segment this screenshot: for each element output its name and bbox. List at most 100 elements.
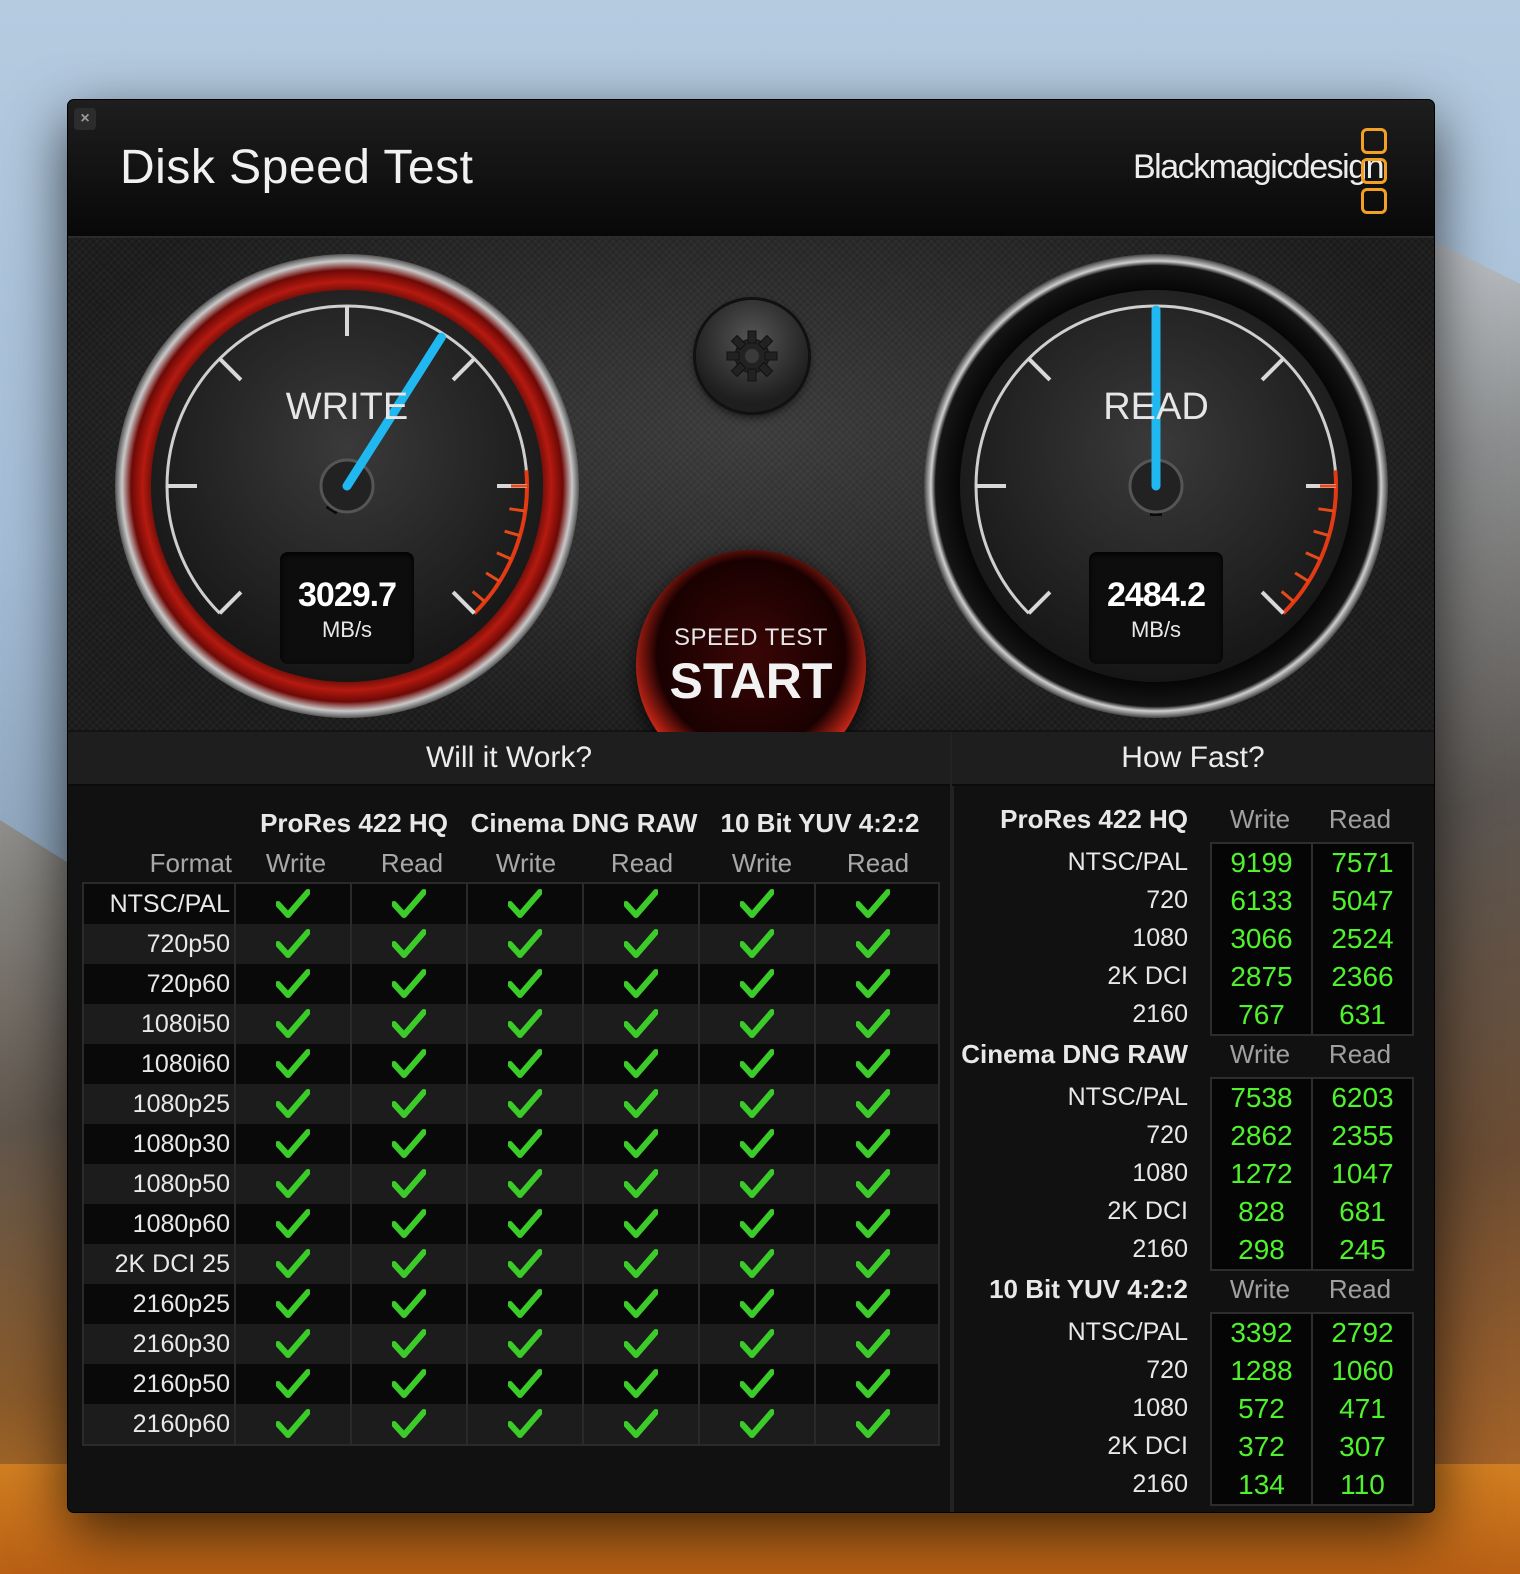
ww-codec-yuv: 10 Bit YUV 4:2:2 bbox=[720, 808, 920, 838]
hf-col-header: Read bbox=[1328, 1039, 1392, 1069]
will-it-work-header: Will it Work? bbox=[68, 732, 950, 786]
hf-write-value: 372 bbox=[1238, 1431, 1285, 1462]
checkmark-icon bbox=[507, 929, 543, 958]
ww-check-cell bbox=[466, 1204, 582, 1244]
hf-read-value: 7571 bbox=[1311, 844, 1412, 882]
ww-subcol-write: Write bbox=[495, 848, 557, 878]
ww-check-cell bbox=[582, 1284, 698, 1324]
ww-check-cell bbox=[582, 884, 698, 924]
ww-check-cell bbox=[234, 924, 350, 964]
ww-check-cell bbox=[698, 924, 814, 964]
hf-row: 9199 7571 bbox=[1212, 844, 1412, 882]
ww-format-cell: 1080p50 bbox=[132, 1170, 230, 1198]
checkmark-icon bbox=[739, 1009, 775, 1038]
ww-row: 720p60 bbox=[84, 964, 938, 1004]
checkmark-icon bbox=[623, 1249, 659, 1278]
checkmark-icon bbox=[275, 1209, 311, 1238]
write-speed-value: 3029.7 bbox=[298, 576, 397, 614]
checkmark-icon bbox=[855, 1089, 891, 1118]
hf-col-header: Write bbox=[1229, 1274, 1291, 1304]
ww-row: 2160p25 bbox=[84, 1284, 938, 1324]
checkmark-icon bbox=[507, 1209, 543, 1238]
checkmark-icon bbox=[623, 969, 659, 998]
ww-codec-cinemadng: Cinema DNG RAW bbox=[470, 808, 698, 838]
ww-check-cell bbox=[350, 1364, 466, 1404]
checkmark-icon bbox=[739, 1249, 775, 1278]
checkmark-icon bbox=[855, 1249, 891, 1278]
ww-row: NTSC/PAL bbox=[84, 884, 938, 924]
ww-format-cell: 1080p30 bbox=[132, 1130, 230, 1158]
close-button[interactable]: × bbox=[74, 108, 96, 130]
ww-check-cell bbox=[466, 1004, 582, 1044]
hf-row: 372 307 bbox=[1212, 1428, 1412, 1466]
ww-check-cell bbox=[814, 1324, 930, 1364]
ww-check-cell bbox=[582, 964, 698, 1004]
checkmark-icon bbox=[623, 889, 659, 918]
checkmark-icon bbox=[507, 889, 543, 918]
ww-check-cell bbox=[582, 1044, 698, 1084]
hf-row: 134 110 bbox=[1212, 1466, 1412, 1504]
checkmark-icon bbox=[739, 1329, 775, 1358]
ww-row: 1080p60 bbox=[84, 1204, 938, 1244]
ww-check-cell bbox=[582, 1164, 698, 1204]
checkmark-icon bbox=[391, 1249, 427, 1278]
ww-check-cell bbox=[466, 1124, 582, 1164]
ww-check-cell bbox=[698, 1244, 814, 1284]
hf-group-title: Cinema DNG RAW bbox=[961, 1039, 1188, 1069]
checkmark-icon bbox=[391, 1289, 427, 1318]
ww-check-cell bbox=[234, 1244, 350, 1284]
ww-check-cell bbox=[350, 1324, 466, 1364]
hf-write-value: 3392 bbox=[1230, 1317, 1293, 1348]
ww-format-label: Format bbox=[149, 848, 232, 878]
checkmark-icon bbox=[391, 889, 427, 918]
ww-subcol-write: Write bbox=[731, 848, 793, 878]
hf-resolution-label: 2160 bbox=[1132, 1235, 1188, 1263]
ww-row: 1080p50 bbox=[84, 1164, 938, 1204]
hf-resolution-label: 720 bbox=[1146, 1356, 1188, 1384]
hf-resolution-label: NTSC/PAL bbox=[1067, 1083, 1188, 1111]
hf-row: 767 631 bbox=[1212, 996, 1412, 1034]
checkmark-icon bbox=[855, 1369, 891, 1398]
ww-check-cell bbox=[698, 1004, 814, 1044]
ww-format-cell: 720p50 bbox=[146, 930, 230, 958]
checkmark-icon bbox=[855, 1049, 891, 1078]
ww-check-cell bbox=[350, 1044, 466, 1084]
checkmark-icon bbox=[507, 1329, 543, 1358]
hf-col-header: Write bbox=[1229, 1039, 1291, 1069]
ww-check-cell bbox=[582, 1204, 698, 1244]
ww-codec-prores: ProRes 422 HQ bbox=[260, 808, 448, 838]
ww-check-cell bbox=[582, 1324, 698, 1364]
ww-check-cell bbox=[814, 1404, 930, 1444]
ww-check-cell bbox=[350, 1164, 466, 1204]
ww-check-cell bbox=[350, 924, 466, 964]
checkmark-icon bbox=[275, 1009, 311, 1038]
ww-check-cell bbox=[582, 1124, 698, 1164]
hf-read-value: 245 bbox=[1311, 1231, 1412, 1269]
ww-check-cell bbox=[466, 964, 582, 1004]
hf-row: 572 471 bbox=[1212, 1390, 1412, 1428]
hf-read-value: 471 bbox=[1311, 1390, 1412, 1428]
hf-read-value: 1047 bbox=[1311, 1155, 1412, 1193]
checkmark-icon bbox=[391, 1209, 427, 1238]
app-title: Disk Speed Test bbox=[120, 141, 474, 194]
checkmark-icon bbox=[507, 1289, 543, 1318]
checkmark-icon bbox=[391, 1089, 427, 1118]
ww-row: 720p50 bbox=[84, 924, 938, 964]
ww-check-cell bbox=[234, 1164, 350, 1204]
settings-button[interactable] bbox=[696, 300, 808, 412]
hf-write-value: 828 bbox=[1238, 1196, 1285, 1227]
checkmark-icon bbox=[855, 1329, 891, 1358]
checkmark-icon bbox=[391, 1049, 427, 1078]
will-it-work-panel: ProRes 422 HQ Cinema DNG RAW 10 Bit YUV … bbox=[68, 786, 950, 1512]
hf-write-value: 7538 bbox=[1230, 1082, 1293, 1113]
gear-icon bbox=[726, 330, 778, 382]
ww-subcol-read: Read bbox=[380, 848, 444, 878]
checkmark-icon bbox=[391, 1409, 427, 1438]
ww-format-cell: 1080p60 bbox=[132, 1210, 230, 1238]
hf-resolution-label: 2160 bbox=[1132, 1470, 1188, 1498]
ww-format-cell: 1080p25 bbox=[132, 1090, 230, 1118]
hf-col-header: Read bbox=[1328, 1274, 1392, 1304]
ww-check-cell bbox=[466, 1404, 582, 1444]
checkmark-icon bbox=[855, 1129, 891, 1158]
checkmark-icon bbox=[855, 1169, 891, 1198]
